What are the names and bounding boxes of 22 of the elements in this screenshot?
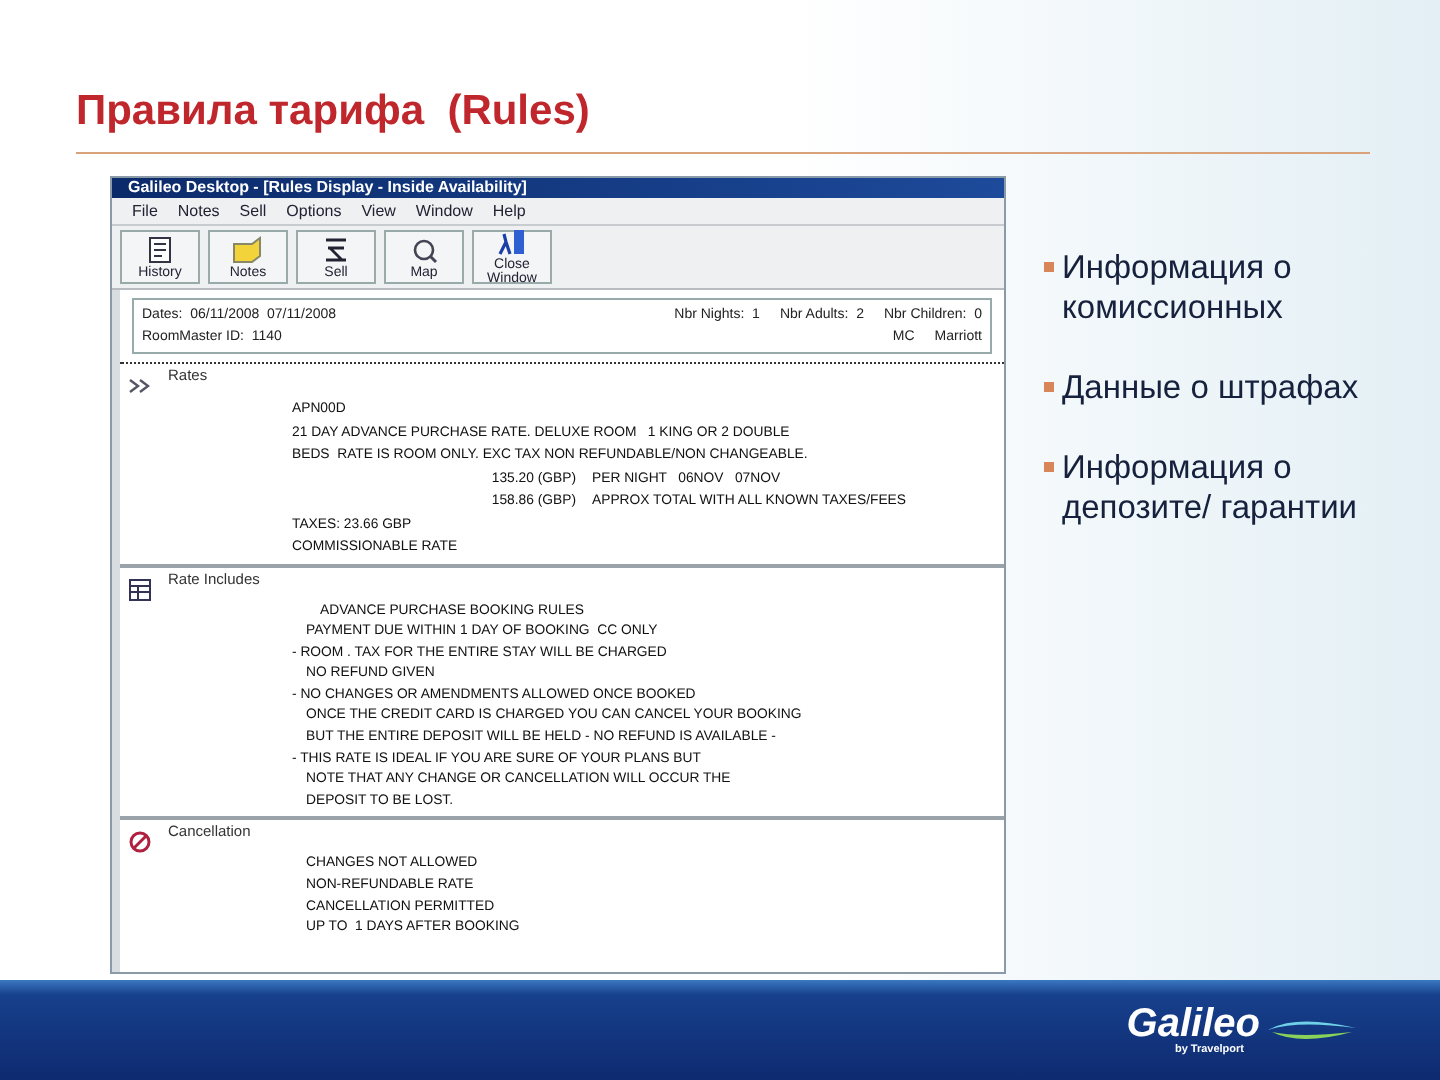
table-icon [128, 577, 152, 601]
bullet-icon [1044, 262, 1054, 272]
magnifier-icon [408, 235, 440, 263]
no-entry-icon [128, 830, 152, 855]
menu-item[interactable]: Options [286, 202, 342, 220]
document-icon [146, 235, 174, 263]
logo-text: Galileo [1126, 1004, 1260, 1044]
menu-item[interactable]: Help [492, 202, 526, 220]
bullet-text: Информация о комиссионных [1062, 248, 1294, 328]
window-title: Galileo Desktop - [Rules Display - Inside Availability] [112, 178, 1004, 198]
bullet-icon [1044, 462, 1054, 472]
bullet-icon [1044, 382, 1054, 392]
menu-item[interactable]: Window [415, 202, 473, 220]
menu-item[interactable]: Sell [239, 202, 267, 220]
menu-item[interactable]: Notes [177, 202, 220, 220]
bullet-text: Данные о штрафах [1062, 368, 1359, 408]
double-chevron-icon [128, 374, 152, 398]
slide-title: Правила тарифа (Rules) [76, 88, 590, 136]
bullet-text: Информация о депозите/ гарантии [1062, 448, 1360, 528]
menu-item[interactable]: View [361, 202, 396, 220]
menu-item[interactable]: File [132, 202, 158, 220]
note-icon [232, 235, 264, 263]
